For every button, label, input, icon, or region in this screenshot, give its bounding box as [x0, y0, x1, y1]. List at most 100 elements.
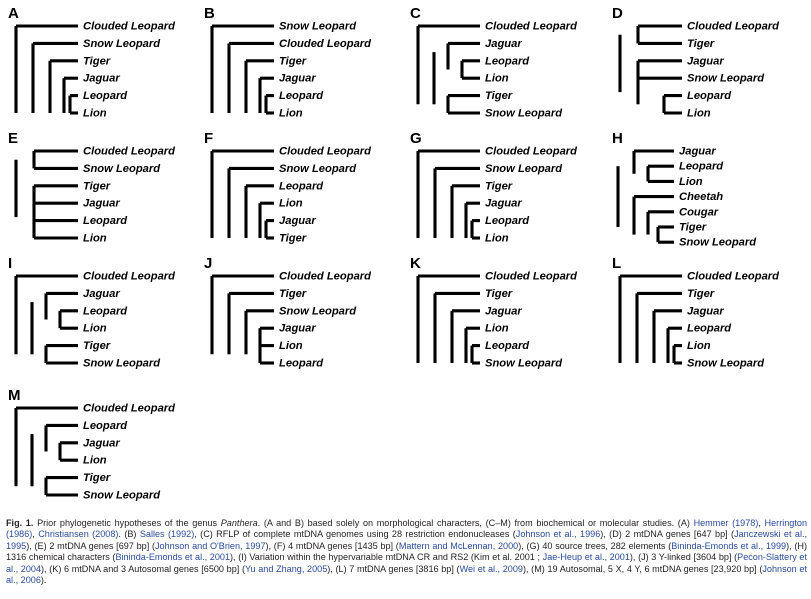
tree-tip-label: Clouded Leopard — [485, 270, 578, 282]
citation-link[interactable]: Mattern and McLennan, 2000 — [399, 541, 518, 551]
panel-m: M Clouded Leopard Leopard Jaguar Lion Tiger Sn… — [8, 388, 218, 510]
citation-link[interactable]: Bininda-Emonds et al., 1999 — [671, 541, 786, 551]
tree-tip-label: Lion — [83, 107, 107, 119]
tree-tip-label: Lion — [485, 73, 509, 85]
tree-tip-label: Snow Leopard — [83, 357, 161, 369]
tree-tip-label: Jaguar — [687, 55, 724, 67]
panel-e: E Clouded Leopard Snow Leopard Tiger Jaguar L… — [8, 131, 203, 249]
tree-tip-label: Leopard — [83, 215, 128, 227]
caption-text: , (C) RFLP of complete mtDNA genomes usi… — [194, 529, 516, 540]
panel-i: I Clouded Leopard Jaguar Leopard Lion Tiger Sn… — [8, 256, 203, 381]
figure-panel-grid: A Clouded Leopard Snow Leopard Tiger Jaguar L… — [0, 0, 811, 518]
citation-link[interactable]: Johnson and O'Brien, 1997 — [155, 541, 266, 551]
tree-tip-label: Lion — [485, 323, 509, 335]
tree-tip-label: Tiger — [687, 38, 715, 50]
tree-tip-label: Tiger — [679, 221, 707, 233]
tree-tip-label: Leopard — [687, 90, 732, 102]
caption-text: ), (F) 4 mtDNA genes [1435 bp] ( — [265, 540, 399, 551]
cladogram-a: Clouded Leopard Snow Leopard Tiger Jaguar Le… — [14, 20, 176, 119]
tree-tip-label: Snow Leopard — [83, 38, 161, 50]
tree-tip-label: Leopard — [679, 161, 724, 173]
caption-text: ), (K) 6 mtDNA and 3 Autosomal genes [65… — [41, 563, 245, 574]
caption-text: Prior phylogenetic hypotheses of the gen… — [37, 518, 221, 528]
tree-tip-label: Tiger — [485, 288, 513, 300]
genus-name: Panthera — [220, 518, 258, 528]
caption-text: ), (E) 2 mtDNA genes [697 bp] ( — [26, 540, 155, 551]
tree-tip-label: Snow Leopard — [485, 107, 563, 119]
tree-tip-label: Cheetah — [679, 191, 723, 203]
tree-tip-label: Lion — [279, 198, 303, 210]
citation-link[interactable]: Yu and Zhang, 2005 — [245, 564, 327, 574]
panel-j: J Clouded Leopard Tiger Snow Leopard Jaguar L… — [204, 256, 401, 381]
caption-text: ), (L) 7 mtDNA genes [3816 bp] ( — [327, 563, 460, 574]
tree-tip-label: Snow Leopard — [687, 357, 765, 369]
tree-tip-label: Tiger — [279, 232, 307, 244]
tree-tip-label: Clouded Leopard — [485, 20, 578, 32]
caption-text: ), (M) 19 Autosomal, 5 X, 4 Y, 6 mtDNA g… — [522, 563, 763, 574]
citation-link[interactable]: Johnson et al., 1996 — [516, 529, 600, 539]
cladogram-c: Clouded Leopard Jaguar Leopard Lion Tiger Sno… — [416, 20, 578, 119]
tree-tip-label: Lion — [687, 340, 711, 352]
tree-tip-label: Leopard — [485, 55, 530, 67]
tree-tip-label: Lion — [485, 232, 509, 244]
tree-tip-label: Lion — [679, 176, 703, 188]
tree-tip-label: Clouded Leopard — [83, 20, 176, 32]
caption-text: ), (G) 40 source trees, 282 elements ( — [518, 540, 672, 551]
tree-tip-label: Jaguar — [279, 73, 316, 85]
caption-text: ). — [40, 575, 47, 586]
tree-tip-label: Snow Leopard — [83, 163, 161, 175]
citation-link[interactable]: Christiansen (2008) — [38, 529, 118, 539]
tree-tip-label: Clouded Leopard — [279, 145, 372, 157]
tree-tip-label: Lion — [279, 107, 303, 119]
figure-number: Fig. 1. — [6, 518, 34, 528]
tree-tip-label: Leopard — [279, 180, 324, 192]
tree-tip-label: Jaguar — [485, 198, 522, 210]
tree-tip-label: Jaguar — [83, 198, 120, 210]
tree-tip-label: Snow Leopard — [279, 20, 357, 32]
panel-f: F Clouded Leopard Snow Leopard Leopard Lion J… — [204, 131, 401, 249]
cladogram-k: Clouded Leopard Tiger Jaguar Lion Leopard Sno… — [416, 270, 578, 369]
tree-tip-label: Jaguar — [83, 73, 120, 85]
tree-tip-label: Tiger — [279, 288, 307, 300]
tree-tip-label: Clouded Leopard — [83, 145, 176, 157]
caption-text: ), (D) 2 mtDNA genes [647 bp] ( — [600, 529, 735, 540]
tree-tip-label: Clouded Leopard — [687, 270, 780, 282]
tree-tip-label: Leopard — [83, 420, 128, 432]
citation-link[interactable]: Bininda-Emonds et al., 2001 — [115, 552, 230, 562]
tree-tip-label: Snow Leopard — [485, 357, 563, 369]
tree-tip-label: Lion — [83, 232, 107, 244]
tree-tip-label: Lion — [83, 323, 107, 335]
tree-tip-label: Jaguar — [279, 323, 316, 335]
panel-h: H Jaguar Leopard Lion Cheetah Cougar Tiger Snow… — [612, 131, 807, 249]
tree-tip-label: Cougar — [679, 206, 719, 218]
citation-link[interactable]: Salles (1992) — [140, 529, 194, 539]
tree-tip-label: Clouded Leopard — [83, 402, 176, 414]
tree-tip-label: Leopard — [485, 215, 530, 227]
tree-tip-label: Snow Leopard — [485, 163, 563, 175]
tree-tip-label: Lion — [687, 107, 711, 119]
cladogram-e: Clouded Leopard Snow Leopard Tiger Jaguar Le… — [14, 145, 176, 244]
panel-k: K Clouded Leopard Tiger Jaguar Lion Leopard Sn… — [410, 256, 607, 381]
tree-tip-label: Tiger — [83, 472, 111, 484]
tree-tip-label: Tiger — [83, 180, 111, 192]
tree-tip-label: Clouded Leopard — [687, 20, 780, 32]
tree-tip-label: Leopard — [83, 90, 128, 102]
cladogram-d: Clouded Leopard Tiger Jaguar Snow Leopard Le… — [618, 20, 780, 119]
cladogram-i: Clouded Leopard Jaguar Leopard Lion Tiger Sno… — [14, 270, 176, 369]
tree-tip-label: Jaguar — [279, 215, 316, 227]
cladogram-l: Clouded Leopard Tiger Jaguar Leopard Lion Sno… — [618, 270, 780, 369]
caption-text: . (B) — [118, 529, 140, 540]
panel-d: D Clouded Leopard Tiger Jaguar Snow Leopard L… — [612, 6, 807, 124]
citation-link[interactable]: Hemmer (1978) — [694, 518, 759, 528]
tree-tip-label: Jaguar — [679, 145, 716, 157]
tree-tip-label: Leopard — [485, 340, 530, 352]
tree-tip-label: Clouded Leopard — [83, 270, 176, 282]
citation-link[interactable]: Wei et al., 2009 — [460, 564, 523, 574]
citation-link[interactable]: Jae-Heup et al., 2001 — [543, 552, 630, 562]
tree-tip-label: Clouded Leopard — [279, 38, 372, 50]
tree-tip-label: Clouded Leopard — [279, 270, 372, 282]
tree-tip-label: Snow Leopard — [279, 305, 357, 317]
panel-a: A Clouded Leopard Snow Leopard Tiger Jaguar L… — [8, 6, 203, 124]
cladogram-g: Clouded Leopard Snow Leopard Tiger Jaguar Le… — [416, 145, 578, 244]
tree-tip-label: Snow Leopard — [279, 163, 357, 175]
